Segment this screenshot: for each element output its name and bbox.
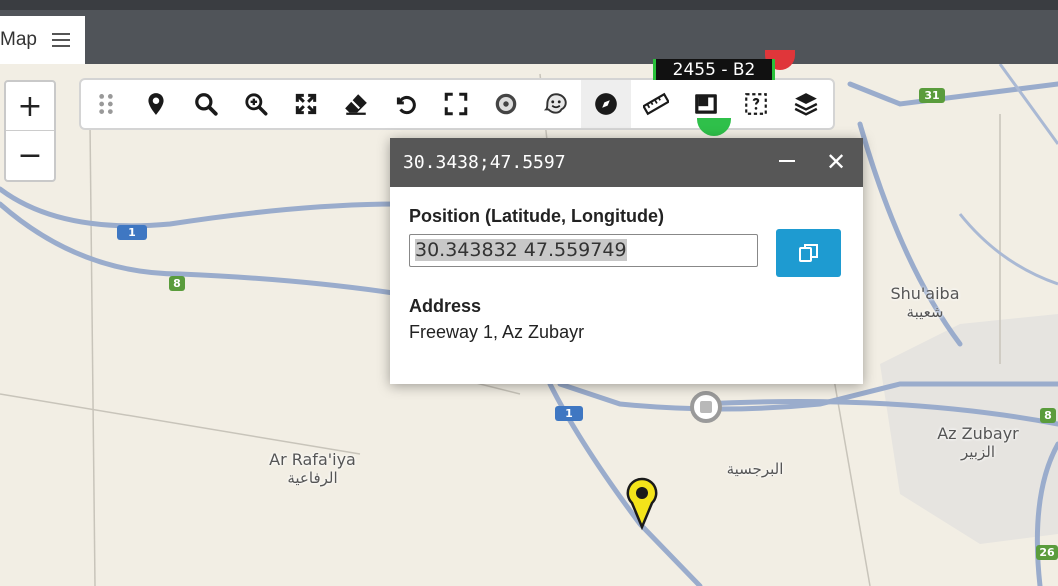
address-value: Freeway 1, Az Zubayr — [409, 322, 585, 342]
place-label: Shu'aiba شعيبة — [890, 284, 960, 321]
coordinate-popup: 30.3438;47.5597 ✕ Position (Latitude, Lo… — [390, 138, 863, 384]
place-label: Az Zubayr الزبير — [937, 424, 1019, 461]
minimize-icon[interactable] — [779, 160, 795, 162]
copy-icon — [798, 244, 818, 262]
drag-handle-icon[interactable] — [81, 80, 131, 128]
steering-wheel-icon[interactable] — [481, 80, 531, 128]
zoom-in-button[interactable]: + — [6, 82, 54, 131]
area-query-icon[interactable] — [731, 80, 781, 128]
expand-icon[interactable] — [281, 80, 331, 128]
place-label: البرجسية — [726, 460, 784, 478]
vehicle-label[interactable]: 2455 - B2 — [653, 59, 775, 80]
road-shield: 1 — [117, 225, 147, 240]
copy-button[interactable] — [776, 229, 841, 277]
hamburger-icon[interactable] — [52, 30, 70, 47]
road-shield: 8 — [1040, 408, 1056, 423]
position-label: Position (Latitude, Longitude) — [409, 206, 664, 226]
location-pin-marker[interactable] — [625, 477, 659, 531]
layers-icon[interactable] — [781, 80, 831, 128]
address-label: Address — [409, 296, 482, 316]
place-label: Ar Rafa'iya الرفاعية — [269, 450, 356, 487]
fullscreen-icon[interactable] — [431, 80, 481, 128]
popup-header: 30.3438;47.5597 ✕ — [390, 138, 863, 187]
zoom-control: + − — [4, 80, 56, 182]
zoom-out-button[interactable]: − — [6, 131, 54, 179]
undo-icon[interactable] — [381, 80, 431, 128]
popup-title: 30.3438;47.5597 — [403, 152, 566, 173]
tab-label: Map — [0, 29, 37, 50]
close-icon[interactable]: ✕ — [826, 148, 846, 176]
tab-map[interactable]: Map — [0, 16, 85, 64]
top-strip — [0, 0, 1058, 10]
position-field[interactable]: 30.343832 47.559749 — [409, 234, 758, 267]
road-shield: 1 — [555, 406, 583, 421]
compass-icon[interactable] — [581, 80, 631, 128]
eraser-icon[interactable] — [331, 80, 381, 128]
zoom-in-icon[interactable] — [231, 80, 281, 128]
search-icon[interactable] — [181, 80, 231, 128]
road-shield: 31 — [919, 88, 945, 103]
waypoint-marker[interactable] — [689, 390, 723, 424]
road-shield: 26 — [1036, 545, 1058, 560]
position-value: 30.343832 47.559749 — [415, 239, 627, 261]
road-shield: 8 — [169, 276, 185, 291]
waze-icon[interactable] — [531, 80, 581, 128]
ruler-icon[interactable] — [631, 80, 681, 128]
location-pin-icon[interactable] — [131, 80, 181, 128]
